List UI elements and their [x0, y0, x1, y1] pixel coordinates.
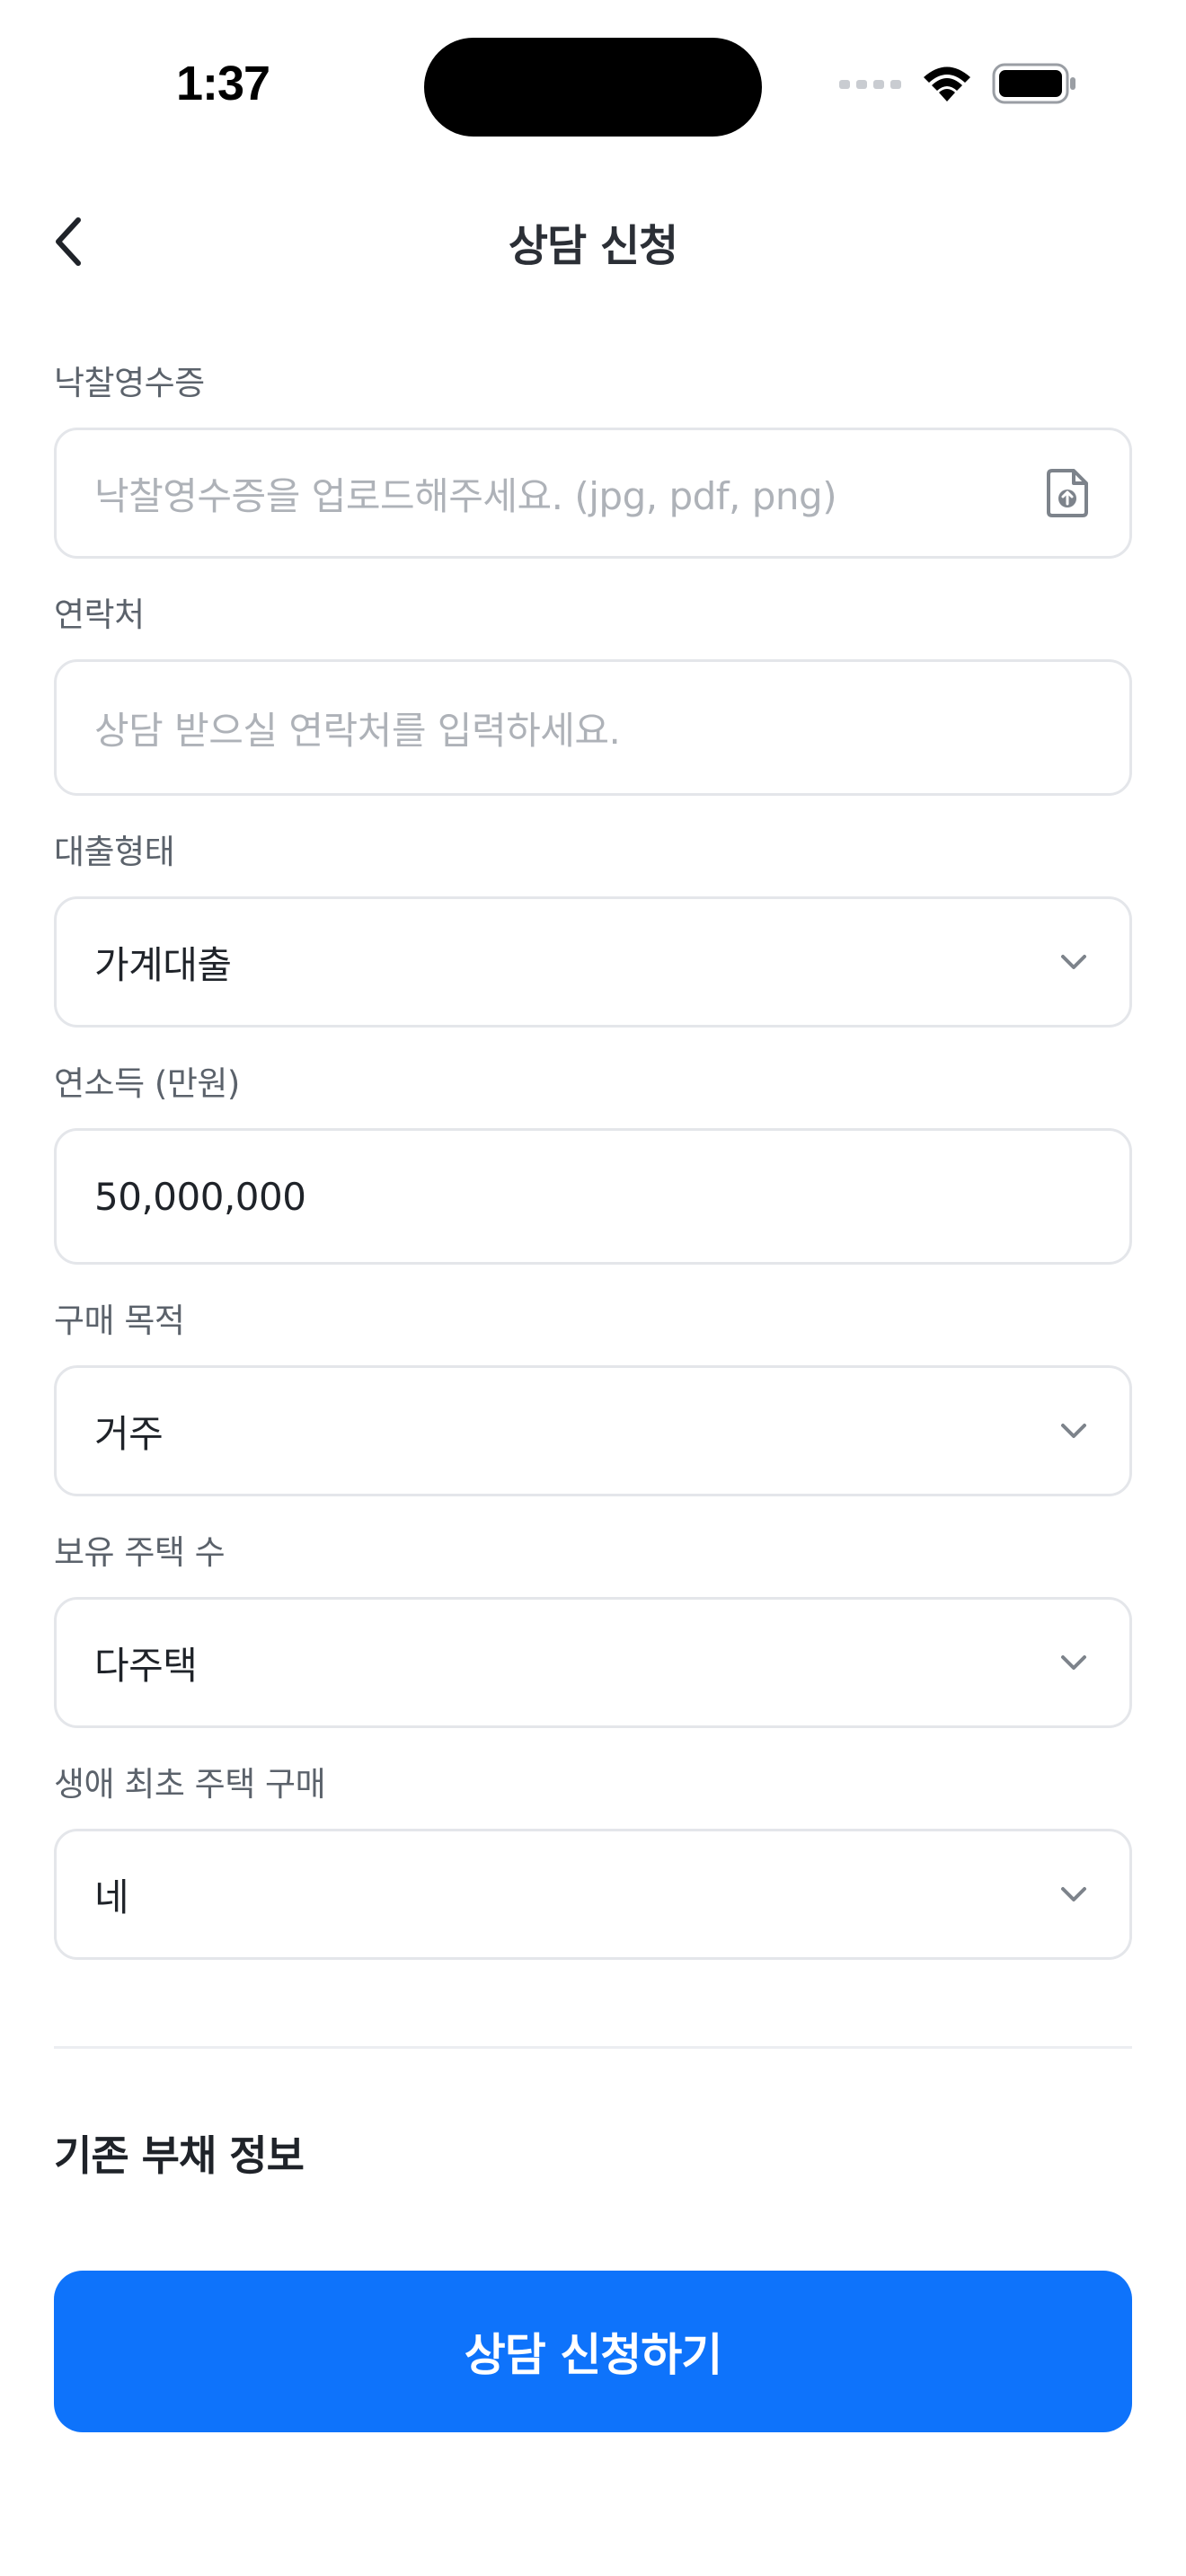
status-time: 1:37: [176, 57, 270, 110]
chevron-down-icon: [1059, 1885, 1088, 1903]
loan-type-field-group: 대출형태 가계대출: [54, 828, 1132, 1028]
navigation-header: 상담 신청: [0, 189, 1186, 296]
purchase-purpose-select[interactable]: 거주: [54, 1365, 1132, 1496]
dynamic-island: [424, 38, 762, 137]
houses-owned-select[interactable]: 다주택: [54, 1597, 1132, 1728]
purchase-purpose-field-group: 구매 목적 거주: [54, 1297, 1132, 1496]
loan-type-select[interactable]: 가계대출: [54, 896, 1132, 1028]
first-home-select[interactable]: 네: [54, 1829, 1132, 1960]
wifi-icon: [920, 64, 974, 107]
purchase-purpose-label: 구매 목적: [54, 1301, 185, 1340]
houses-owned-label: 보유 주택 수: [54, 1533, 226, 1572]
receipt-label: 낙찰영수증: [54, 364, 205, 402]
first-home-field-group: 생애 최초 주택 구매 네: [54, 1760, 1132, 1960]
annual-income-field-group: 연소득 (만원) 50,000,000: [54, 1060, 1132, 1265]
loan-type-label: 대출형태: [54, 833, 175, 871]
annual-income-input[interactable]: 50,000,000: [54, 1128, 1132, 1265]
chevron-down-icon: [1059, 953, 1088, 971]
consultation-form: 낙찰영수증 낙찰영수증을 업로드해주세요. (jpg, pdf, png) 연락…: [54, 359, 1132, 1992]
annual-income-label: 연소득 (만원): [54, 1064, 240, 1103]
annual-income-value: 50,000,000: [94, 1174, 306, 1219]
houses-owned-field-group: 보유 주택 수 다주택: [54, 1529, 1132, 1728]
section-divider: [54, 2046, 1132, 2049]
submit-consultation-button[interactable]: 상담 신청하기: [54, 2271, 1132, 2432]
houses-owned-value: 다주택: [94, 1643, 198, 1688]
first-home-value: 네: [94, 1875, 129, 1919]
status-bar: 1:37: [0, 0, 1186, 180]
cellular-signal-icon: [839, 76, 902, 94]
page-title: 상담 신청: [508, 221, 678, 271]
existing-debt-title: 기존 부채 정보: [54, 2131, 305, 2180]
receipt-field-group: 낙찰영수증 낙찰영수증을 업로드해주세요. (jpg, pdf, png): [54, 359, 1132, 559]
contact-label: 연락처: [54, 595, 145, 634]
contact-field-group: 연락처 상담 받으실 연락처를 입력하세요.: [54, 591, 1132, 796]
battery-icon: [992, 63, 1078, 108]
receipt-placeholder: 낙찰영수증을 업로드해주세요. (jpg, pdf, png): [94, 473, 837, 518]
chevron-down-icon: [1059, 1654, 1088, 1672]
purchase-purpose-value: 거주: [94, 1411, 164, 1456]
loan-type-value: 가계대출: [94, 942, 232, 987]
contact-input[interactable]: 상담 받으실 연락처를 입력하세요.: [54, 659, 1132, 796]
receipt-upload-field[interactable]: 낙찰영수증을 업로드해주세요. (jpg, pdf, png): [54, 428, 1132, 559]
consultation-request-screen: 1:37 상담 신청 낙찰영수증 낙찰영수증을 업로드해주세요. (jpg, p…: [0, 0, 1186, 2576]
status-indicators: [839, 63, 1078, 108]
contact-placeholder: 상담 받으실 연락처를 입력하세요.: [94, 708, 621, 753]
chevron-down-icon: [1059, 1422, 1088, 1440]
file-upload-icon[interactable]: [1047, 469, 1088, 517]
first-home-label: 생애 최초 주택 구매: [54, 1765, 326, 1804]
